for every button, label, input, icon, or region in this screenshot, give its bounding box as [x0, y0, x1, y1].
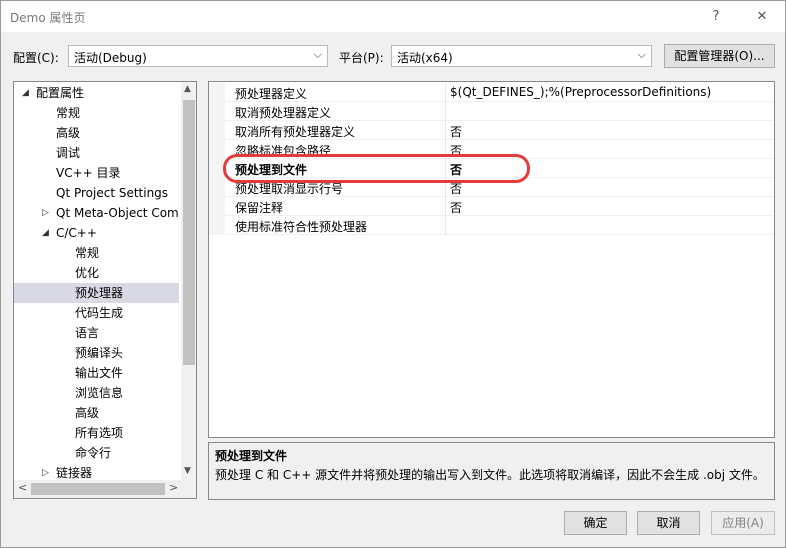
- tree-vertical-thumb[interactable]: [183, 100, 195, 365]
- tree-item-label: 所有选项: [75, 426, 124, 440]
- tree-item[interactable]: 高级: [14, 123, 179, 143]
- collapse-icon[interactable]: ◢: [22, 83, 29, 103]
- property-value[interactable]: 否: [450, 123, 462, 140]
- row-gutter: [209, 140, 225, 159]
- platform-dropdown[interactable]: 活动(x64) ⌵: [391, 45, 652, 67]
- help-button[interactable]: ?: [693, 1, 739, 32]
- expand-icon[interactable]: ▷: [42, 203, 49, 223]
- config-dropdown[interactable]: 活动(Debug) ⌵: [68, 45, 328, 67]
- property-name: 取消预处理器定义: [235, 106, 332, 120]
- tree-item-label: 代码生成: [75, 306, 124, 320]
- tree-item[interactable]: 浏览信息: [14, 383, 179, 403]
- chevron-down-icon: ⌵: [637, 48, 646, 61]
- annotation-highlight: [223, 154, 530, 183]
- tree-item[interactable]: VC++ 目录: [14, 163, 179, 183]
- row-gutter: [209, 197, 225, 216]
- close-button[interactable]: ✕: [739, 1, 785, 32]
- property-value[interactable]: 否: [450, 199, 462, 216]
- tree-item-label: 调试: [56, 146, 81, 160]
- description-title: 预处理到文件: [215, 449, 288, 463]
- property-pages-window: Demo 属性页 ? ✕ 配置(C): 活动(Debug) ⌵ 平台(P): 活…: [0, 0, 786, 548]
- row-gutter: [209, 178, 225, 197]
- tree-item[interactable]: 代码生成: [14, 303, 179, 323]
- tree-horizontal-thumb[interactable]: [31, 483, 165, 495]
- tree-vertical-scrollbar[interactable]: ▲ ▼: [181, 82, 196, 480]
- tree-item-label: Qt Meta-Object Com: [56, 206, 179, 220]
- column-divider: [445, 102, 446, 121]
- chevron-down-icon: ⌵: [313, 48, 322, 61]
- tree-item[interactable]: 所有选项: [14, 423, 179, 443]
- property-name: 取消所有预处理器定义: [235, 125, 356, 139]
- tree-item-label: 常规: [56, 106, 81, 120]
- row-gutter: [209, 83, 225, 102]
- property-row[interactable]: 预处理器定义 $(Qt_DEFINES_);%(PreprocessorDefin…: [209, 83, 774, 102]
- tree-item[interactable]: 预编译头: [14, 343, 179, 363]
- tree-item-label: 预编译头: [75, 346, 124, 360]
- tree-item-label: 常规: [75, 246, 100, 260]
- tree-item[interactable]: 命令行: [14, 443, 179, 463]
- scrollbar-corner: [181, 480, 196, 498]
- tree-item-label: 命令行: [75, 446, 112, 460]
- tree-item[interactable]: 语言: [14, 323, 179, 343]
- property-value[interactable]: $(Qt_DEFINES_);%(PreprocessorDefinitions…: [450, 85, 711, 99]
- tree-item[interactable]: 高级: [14, 403, 179, 423]
- window-title: Demo 属性页: [10, 11, 86, 25]
- title-bar: Demo 属性页 ? ✕: [1, 1, 785, 32]
- platform-label: 平台(P):: [339, 51, 384, 65]
- config-label: 配置(C):: [13, 51, 59, 65]
- tree-item-label: 高级: [56, 126, 81, 140]
- tree-item-label: 高级: [75, 406, 100, 420]
- tree-item[interactable]: Qt Project Settings: [14, 183, 179, 203]
- config-value: 活动(Debug): [74, 51, 147, 65]
- tree-item-label: Qt Project Settings: [56, 186, 169, 200]
- tree-item-label: 预处理器: [75, 286, 124, 300]
- property-tree: ◢ 配置属性 常规 高级 调试 VC++ 目录 Qt Project Settings ▷ Qt…: [13, 81, 197, 499]
- row-gutter: [209, 121, 225, 140]
- property-name: 使用标准符合性预处理器: [235, 220, 368, 234]
- tree-item-label: C/C++: [56, 226, 97, 240]
- property-row[interactable]: 使用标准符合性预处理器: [209, 216, 774, 235]
- column-divider: [445, 216, 446, 235]
- tree-item[interactable]: ◢ 配置属性: [14, 83, 179, 103]
- scroll-down-icon[interactable]: ▼: [184, 466, 191, 476]
- tree-item-label: 浏览信息: [75, 386, 124, 400]
- tree-horizontal-scrollbar[interactable]: < >: [14, 480, 181, 498]
- property-name: 预处理器定义: [235, 87, 308, 101]
- config-manager-button[interactable]: 配置管理器(O)...: [664, 44, 775, 68]
- tree-item[interactable]: 预处理器: [14, 283, 179, 303]
- tree-item-label: VC++ 目录: [56, 166, 121, 180]
- scroll-up-icon[interactable]: ▲: [184, 84, 191, 94]
- platform-value: 活动(x64): [397, 51, 453, 65]
- property-row[interactable]: 取消预处理器定义: [209, 102, 774, 121]
- tree-item[interactable]: 常规: [14, 243, 179, 263]
- description-text: 预处理 C 和 C++ 源文件并将预处理的输出写入到文件。此选项将取消编译，因此…: [215, 468, 765, 482]
- tree-item-label: 配置属性: [36, 86, 85, 100]
- row-gutter: [209, 216, 225, 235]
- tree-item-label: 输出文件: [75, 366, 124, 380]
- ok-button[interactable]: 确定: [564, 511, 627, 535]
- tree-item-label: 语言: [75, 326, 100, 340]
- cancel-button[interactable]: 取消: [637, 511, 700, 535]
- tree-item[interactable]: ▷ Qt Meta-Object Com: [14, 203, 179, 223]
- description-panel: 预处理到文件 预处理 C 和 C++ 源文件并将预处理的输出写入到文件。此选项将…: [208, 442, 775, 500]
- tree-item[interactable]: 优化: [14, 263, 179, 283]
- property-row[interactable]: 取消所有预处理器定义 否: [209, 121, 774, 140]
- tree-item[interactable]: 调试: [14, 143, 179, 163]
- column-divider: [445, 121, 446, 140]
- property-grid: 预处理器定义 $(Qt_DEFINES_);%(PreprocessorDefin…: [208, 81, 775, 438]
- column-divider: [445, 83, 446, 102]
- tree-item[interactable]: ◢ C/C++: [14, 223, 179, 243]
- row-gutter: [209, 102, 225, 121]
- scroll-right-icon[interactable]: >: [169, 481, 178, 494]
- scroll-left-icon[interactable]: <: [18, 481, 27, 494]
- property-name: 保留注释: [235, 201, 284, 215]
- apply-button[interactable]: 应用(A): [711, 511, 775, 535]
- column-divider: [445, 197, 446, 216]
- property-row[interactable]: 保留注释 否: [209, 197, 774, 216]
- tree-item[interactable]: 常规: [14, 103, 179, 123]
- collapse-icon[interactable]: ◢: [42, 223, 49, 243]
- tree-item[interactable]: 输出文件: [14, 363, 179, 383]
- tree-item-label: 优化: [75, 266, 100, 280]
